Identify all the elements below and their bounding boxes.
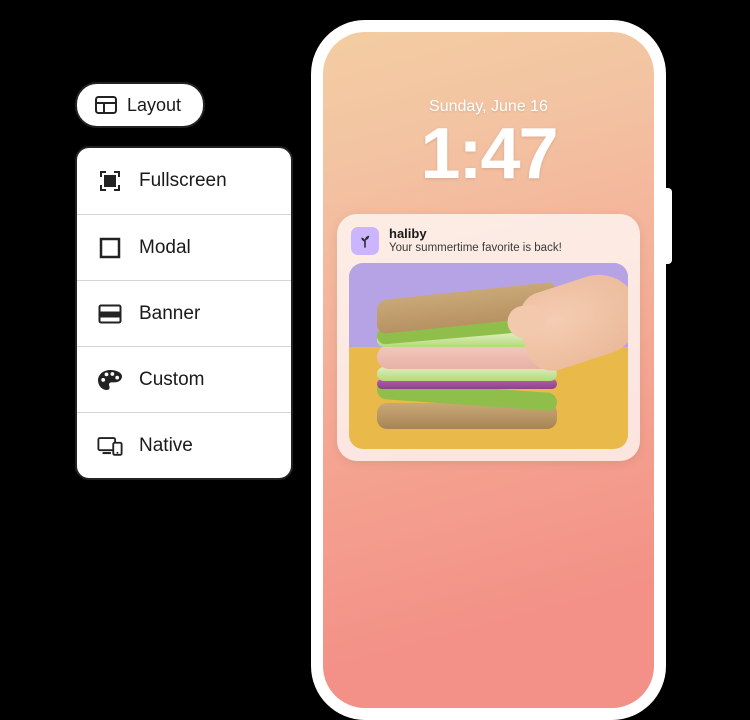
- layout-button-label: Layout: [127, 95, 181, 116]
- lockscreen-time: 1:47: [323, 118, 654, 190]
- notification-message: Your summertime favorite is back!: [389, 242, 562, 256]
- option-banner[interactable]: Banner: [77, 280, 291, 346]
- option-fullscreen[interactable]: Fullscreen: [77, 148, 291, 214]
- app-icon: [351, 227, 379, 255]
- phone-mockup: Sunday, June 16 1:47 haliby Your summert…: [311, 20, 666, 720]
- layout-button[interactable]: Layout: [75, 82, 205, 128]
- fullscreen-icon: [97, 169, 123, 193]
- option-label: Modal: [139, 237, 191, 259]
- option-label: Banner: [139, 303, 200, 325]
- option-custom[interactable]: Custom: [77, 346, 291, 412]
- layout-icon: [95, 96, 117, 114]
- option-label: Fullscreen: [139, 170, 227, 192]
- devices-icon: [97, 435, 123, 457]
- option-modal[interactable]: Modal: [77, 214, 291, 280]
- modal-icon: [97, 237, 123, 259]
- phone-side-button: [666, 188, 672, 264]
- notification-card[interactable]: haliby Your summertime favorite is back!: [337, 214, 640, 461]
- palette-icon: [97, 369, 123, 391]
- option-label: Custom: [139, 369, 204, 391]
- notification-app-name: haliby: [389, 226, 562, 242]
- banner-icon: [97, 304, 123, 324]
- option-label: Native: [139, 435, 193, 457]
- notification-text: haliby Your summertime favorite is back!: [389, 226, 562, 255]
- option-native[interactable]: Native: [77, 412, 291, 478]
- notification-image: [349, 263, 628, 449]
- layout-options-panel: Fullscreen Modal Banner Custom: [75, 146, 293, 480]
- phone-screen: Sunday, June 16 1:47 haliby Your summert…: [323, 32, 654, 708]
- notification-header: haliby Your summertime favorite is back!: [349, 226, 628, 263]
